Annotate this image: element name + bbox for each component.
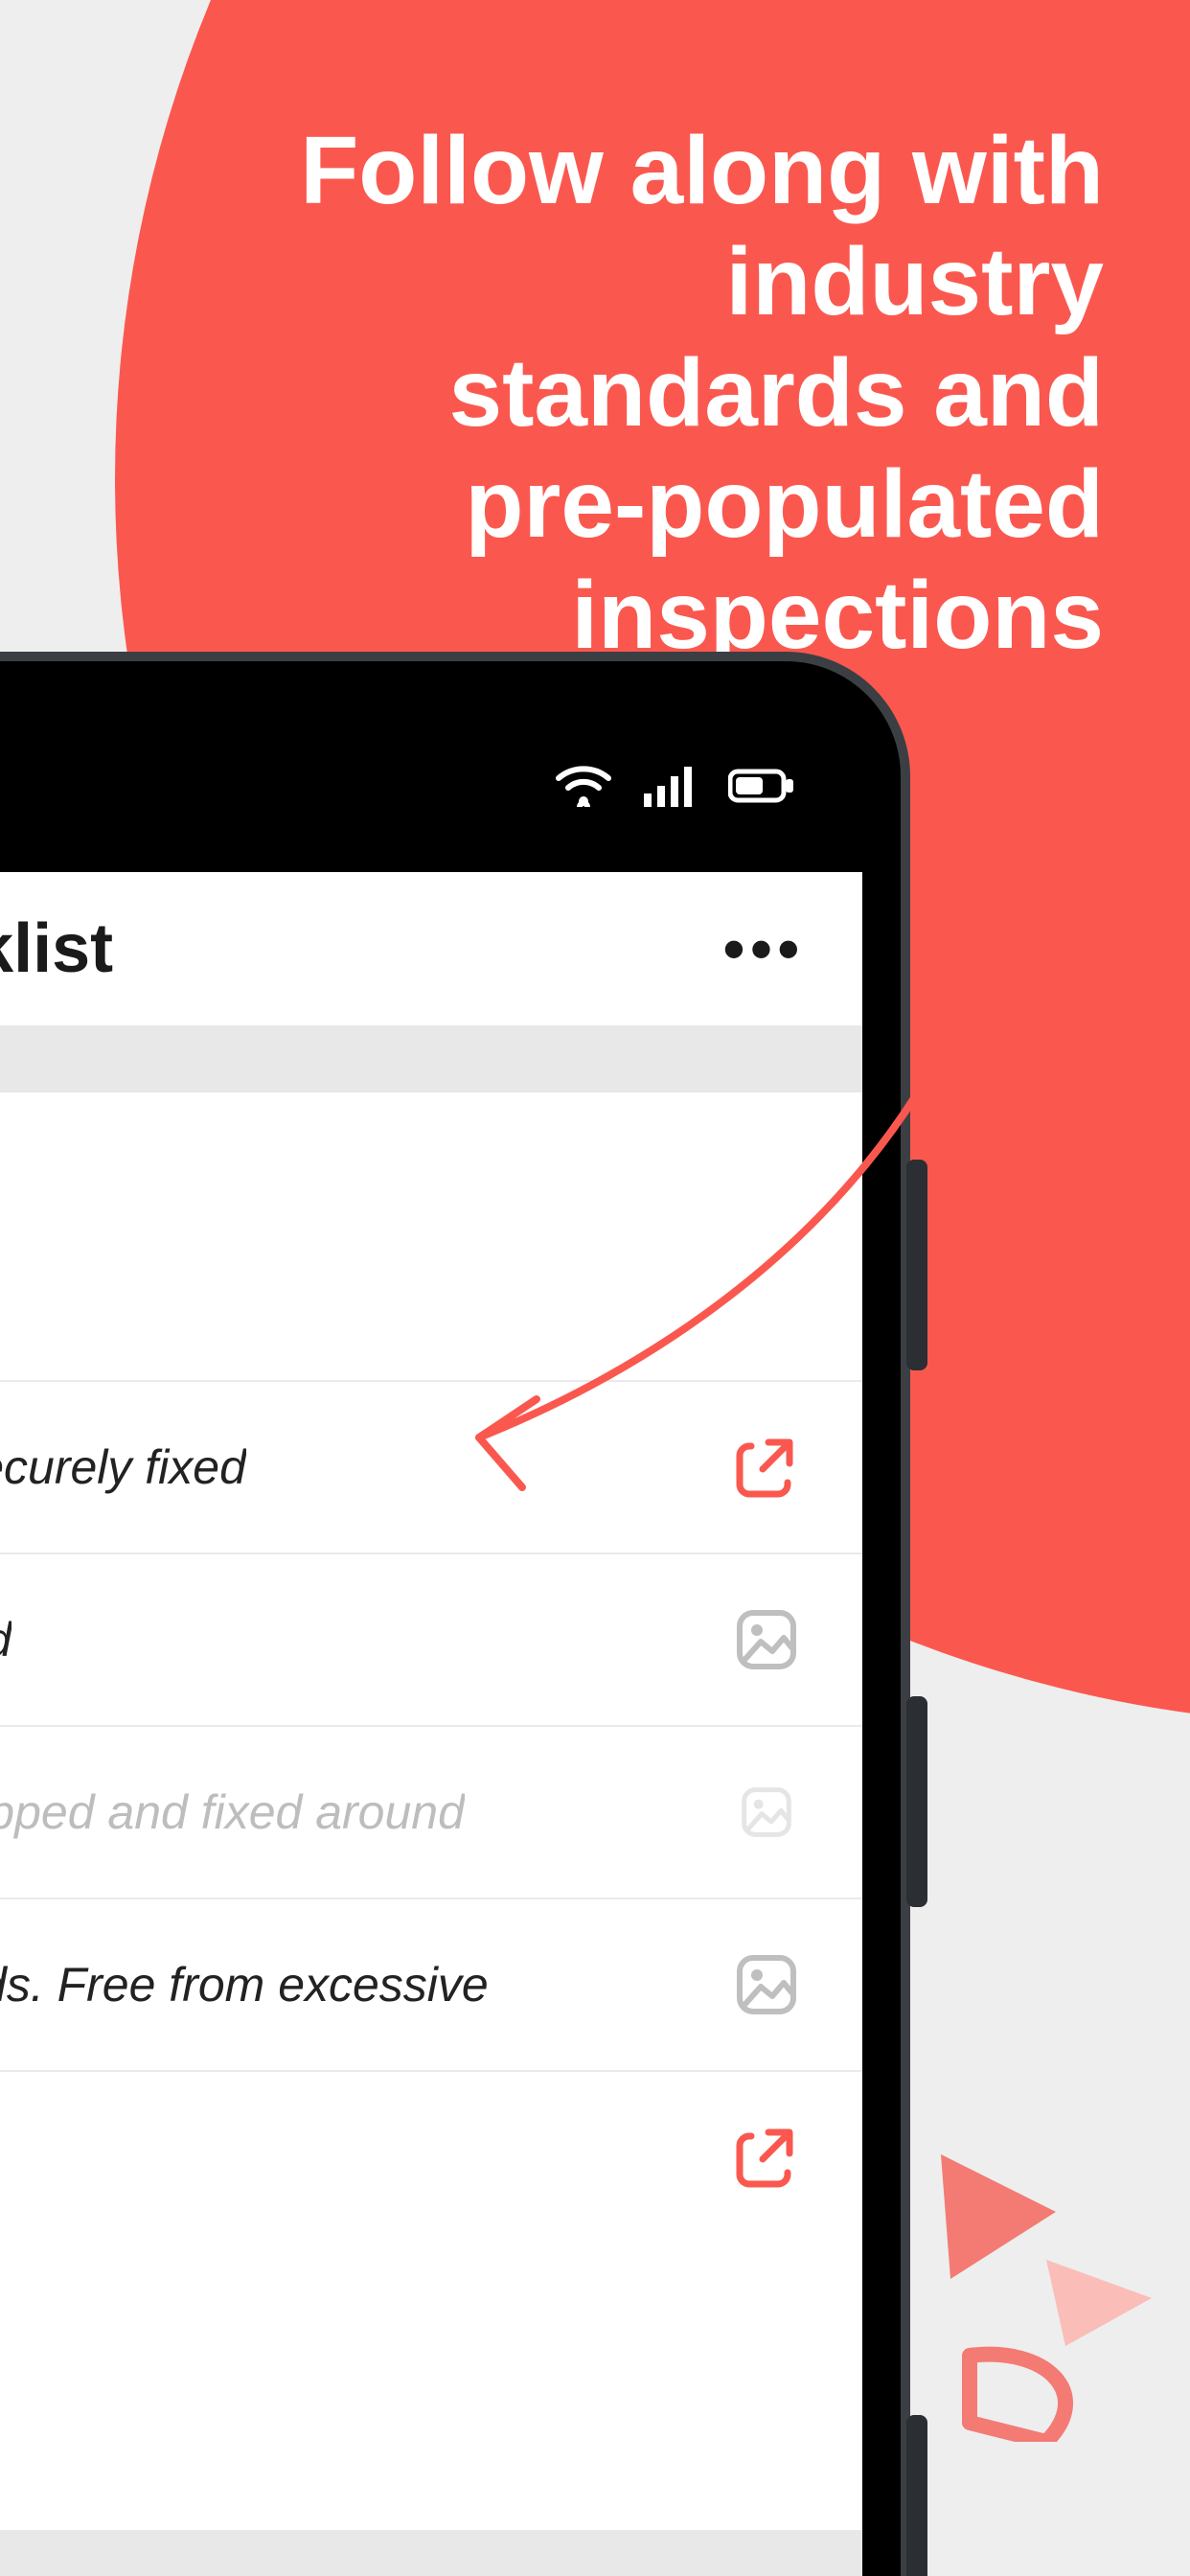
external-link-icon[interactable] [728,2119,805,2196]
list-item-text: ged, securely fixed [0,1439,246,1495]
page-title: hecklist [0,909,113,988]
list-item[interactable]: oth ends. Free from excessive [0,1898,862,2070]
image-icon[interactable] [728,1601,805,1678]
list-item[interactable] [0,2070,862,2242]
image-icon[interactable] [728,1774,805,1851]
list-item-text: Overlapped and fixed around [0,1784,465,1840]
list-item[interactable]: Overlapped and fixed around [0,1725,862,1898]
image-icon[interactable] [728,1946,805,2023]
marketing-headline: Follow along with industry standards and… [287,115,1104,671]
callout-arrow [431,690,1102,1552]
list-item-text: oth ends. Free from excessive [0,1957,489,2012]
section-divider [0,2530,862,2576]
phone-side-button [906,1696,927,1907]
decorative-shapes [903,2154,1152,2442]
list-item-text: rly fixed [0,1612,11,1668]
list-item[interactable]: rly fixed [0,1552,862,1725]
